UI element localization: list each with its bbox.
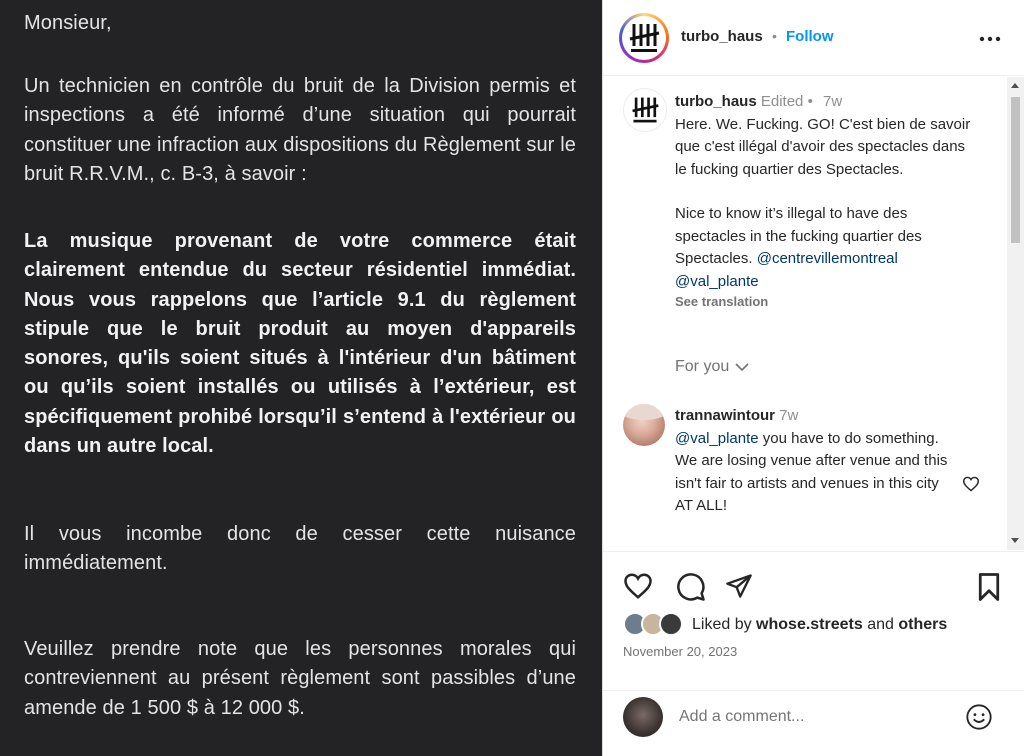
liked-by-avatars[interactable] [623,612,685,638]
caption-text-fr: Here. We. Fucking. GO! C'est bien de sav… [675,115,971,178]
scrollbar-thumb[interactable] [1011,97,1020,243]
turbo-haus-logo-icon [632,97,659,123]
current-user-avatar[interactable] [623,697,663,737]
add-comment-input[interactable] [679,705,939,729]
share-send-icon[interactable] [724,572,754,600]
liked-by-others[interactable]: others [898,616,947,633]
for-you-label: For you [675,358,730,375]
post-date[interactable]: November 20, 2023 [623,644,737,659]
post-header: turbo_haus • Follow [603,0,1024,76]
post-panel: turbo_haus • Follow turbo_haus Edited • [602,0,1024,756]
add-comment-bar [603,690,1024,756]
caption-time[interactable]: 7w [823,93,842,110]
liked-by-and: and [867,616,894,633]
like-heart-icon[interactable] [623,572,653,600]
commenter-avatar[interactable] [623,404,665,446]
header-username[interactable]: turbo_haus [681,28,763,45]
comment-item: trannawintour 7w @val_plante you have to… [675,405,953,518]
comments-list[interactable]: turbo_haus Edited • 7w Here. We. Fucking… [603,77,1007,550]
for-you-dropdown[interactable]: For you [675,358,749,376]
letter-paragraph-2: La musique provenant de votre commerce é… [24,230,576,458]
liker-avatar [659,612,683,636]
mention-centrevillemontreal[interactable]: @centrevillemontreal [757,250,898,267]
caption-text-en-block: Nice to know it’s illegal to have des sp… [675,203,975,293]
letter-greeting: Monsieur, [24,12,112,34]
author-avatar[interactable] [619,13,669,63]
caption: turbo_haus Edited • 7w Here. We. Fucking… [675,91,975,311]
comment-like-heart-icon[interactable] [962,476,980,492]
action-bar: Liked by whose.streets and others Novemb… [603,551,1024,706]
see-translation-link[interactable]: See translation [675,293,975,311]
letter-paragraph-4: Veuillez prendre note que les personnes … [24,638,576,719]
post-image: Monsieur, Un technicien en contrôle du b… [0,0,602,756]
emoji-icon[interactable] [965,703,993,731]
liked-by-user[interactable]: whose.streets [756,616,863,633]
letter-paragraph-1: Un technicien en contrôle du bruit de la… [24,75,576,185]
caption-separator: • [807,93,813,110]
save-bookmark-icon[interactable] [976,572,1002,602]
caption-avatar[interactable] [623,88,667,132]
liked-by-prefix: Liked by [692,616,752,633]
comments-scrollbar[interactable] [1007,77,1024,550]
letter-paragraph-3: Il vous incombe donc de cesser cette nui… [24,523,576,575]
caption-username[interactable]: turbo_haus [675,93,757,110]
more-options-icon[interactable] [979,36,1001,42]
scroll-down-arrow-icon[interactable] [1011,538,1019,543]
comment-bubble-icon[interactable] [676,572,706,602]
edited-label: Edited [760,93,804,110]
chevron-down-icon [735,362,749,371]
comment-time[interactable]: 7w [779,407,798,424]
comment-username[interactable]: trannawintour [675,407,775,424]
comment-mention-val-plante[interactable]: @val_plante [675,430,759,447]
header-separator: • [772,28,777,44]
scroll-up-arrow-icon[interactable] [1011,83,1019,88]
mention-val-plante[interactable]: @val_plante [675,273,759,290]
turbo-haus-logo-icon [629,24,660,52]
liked-by-text: Liked by whose.streets and others [692,616,947,634]
follow-button[interactable]: Follow [786,28,834,45]
